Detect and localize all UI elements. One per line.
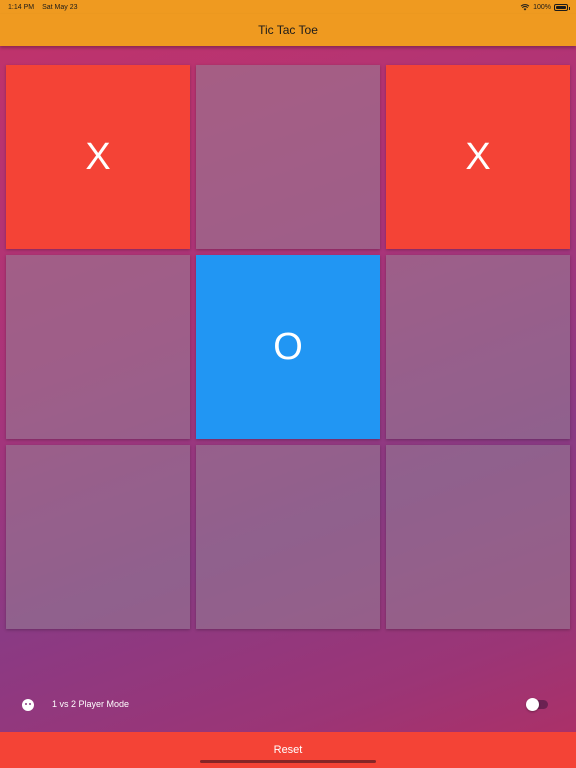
- home-indicator: [200, 760, 376, 763]
- board-cell-0[interactable]: X: [6, 65, 190, 249]
- board-cell-4[interactable]: O: [196, 255, 380, 439]
- board-cell-6[interactable]: [6, 445, 190, 629]
- battery-icon: [554, 3, 570, 11]
- game-board: X X O: [6, 65, 570, 629]
- face-icon: [22, 699, 34, 711]
- board-cell-1[interactable]: [196, 65, 380, 249]
- player-mode-toggle[interactable]: [526, 698, 548, 711]
- wifi-icon: [520, 4, 530, 11]
- page-title: Tic Tac Toe: [258, 23, 318, 37]
- status-time: 1:14 PM: [8, 3, 35, 11]
- board-cell-7[interactable]: [196, 445, 380, 629]
- board-cell-3[interactable]: [6, 255, 190, 439]
- app-bar: Tic Tac Toe: [0, 14, 576, 46]
- status-bar: 1:14 PM Sat May 23 100%: [0, 0, 576, 14]
- mode-row: 1 vs 2 Player Mode: [0, 694, 576, 716]
- toggle-knob: [526, 698, 539, 711]
- status-date: Sat May 23: [42, 3, 78, 11]
- board-cell-2[interactable]: X: [386, 65, 570, 249]
- board-cell-5[interactable]: [386, 255, 570, 439]
- board-cell-8[interactable]: [386, 445, 570, 629]
- status-right: 100%: [520, 3, 570, 11]
- reset-label: Reset: [273, 744, 303, 756]
- battery-percent: 100%: [533, 3, 551, 11]
- mode-label: 1 vs 2 Player Mode: [52, 699, 130, 709]
